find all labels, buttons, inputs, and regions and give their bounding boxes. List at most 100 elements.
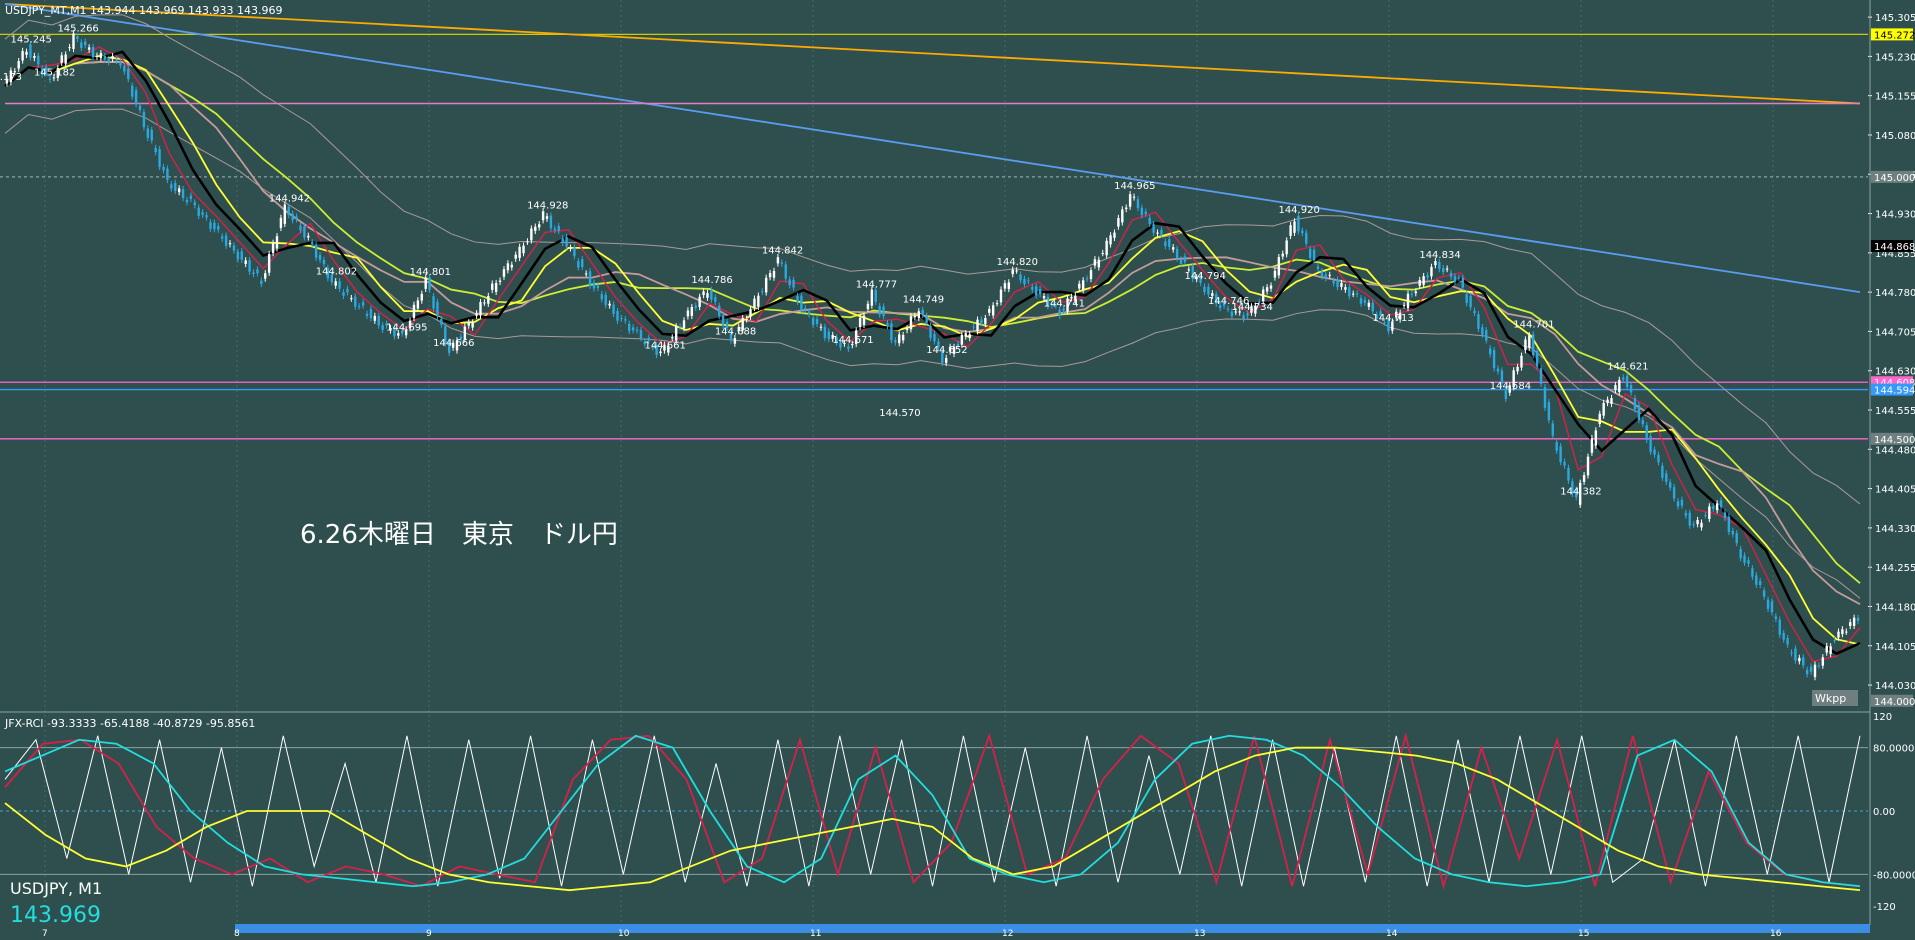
candle-body <box>1308 248 1312 258</box>
candle-body <box>866 303 870 310</box>
candle-body <box>702 291 705 296</box>
candle-body <box>1316 266 1320 269</box>
candle-body <box>815 319 819 324</box>
candle-body <box>303 226 306 238</box>
candle-body <box>498 280 502 282</box>
candle-body <box>307 235 310 238</box>
candle-body <box>1692 524 1695 526</box>
candle-body <box>620 318 623 320</box>
candle-body <box>220 236 224 239</box>
candle-body <box>862 315 866 325</box>
candle-body <box>1445 268 1449 270</box>
candle-body <box>718 305 721 317</box>
candle-body <box>244 260 247 264</box>
candle-body <box>1731 530 1735 535</box>
candle-body <box>534 226 537 231</box>
price-annotation: 144.661 <box>644 340 685 351</box>
candle-body <box>213 222 216 230</box>
candle-body <box>1829 646 1832 655</box>
candle-body <box>1367 302 1371 307</box>
candle-body <box>909 316 913 330</box>
candle-body <box>154 147 157 153</box>
candle-body <box>964 333 967 337</box>
candle-body <box>1226 308 1230 310</box>
candle-body <box>1622 377 1625 380</box>
candle-body <box>1093 259 1097 266</box>
candle-body <box>1136 199 1140 209</box>
candle-body <box>561 238 564 243</box>
price-annotation: 144.794 <box>1185 271 1226 282</box>
candle-body <box>745 318 748 320</box>
candle-body <box>714 297 717 302</box>
candle-body <box>518 246 521 258</box>
candle-body <box>264 273 267 279</box>
time-label: 14 <box>1386 929 1398 939</box>
candle-body <box>858 317 862 327</box>
candle-body <box>944 357 948 363</box>
candle-body <box>107 58 110 63</box>
candle-body <box>37 55 40 65</box>
candle-body <box>1715 503 1719 511</box>
candle-body <box>972 326 975 328</box>
candle-body <box>1344 287 1347 290</box>
candle-body <box>984 317 987 325</box>
candle-body <box>1798 657 1801 662</box>
candle-body <box>1477 314 1480 329</box>
candle-body <box>549 215 553 229</box>
candle-body <box>1179 259 1183 264</box>
candle-body <box>1606 399 1609 404</box>
price-marker-label: 144.000 <box>1874 697 1915 708</box>
candle-body <box>1121 209 1124 223</box>
price-annotation: 144.786 <box>691 275 732 286</box>
candle-body <box>279 217 283 228</box>
candle-body <box>291 213 294 221</box>
price-marker-label: 144.500 <box>1874 435 1915 446</box>
rci-level-label: 120 <box>1873 712 1892 723</box>
price-annotation: 144.741 <box>1044 299 1085 310</box>
candle-body <box>925 315 928 323</box>
candle-body <box>1406 293 1410 309</box>
price-tick-label: 144.480 <box>1875 445 1915 456</box>
candle-body <box>479 301 482 316</box>
candle-body <box>827 331 830 340</box>
candle-body <box>1175 248 1179 259</box>
time-scroll-bar[interactable] <box>235 924 1870 933</box>
candle-body <box>1739 549 1742 559</box>
price-annotation: 144.621 <box>1607 361 1648 372</box>
candle-body <box>420 293 423 301</box>
price-marker-label: 144.594 <box>1874 386 1915 397</box>
candle-body <box>1719 500 1723 508</box>
candle-body <box>1528 335 1531 348</box>
candle-body <box>1035 286 1038 296</box>
candle-body <box>256 269 259 274</box>
candle-body <box>189 195 193 200</box>
candle-body <box>1101 253 1104 255</box>
candle-body <box>224 235 228 246</box>
candle-body <box>1027 280 1030 282</box>
candle-body <box>1285 240 1288 255</box>
candle-body <box>162 166 165 171</box>
candle-body <box>1845 631 1848 633</box>
price-annotation: 144.920 <box>1278 205 1319 216</box>
candle-body <box>260 280 263 285</box>
price-annotation: 144.842 <box>762 246 803 257</box>
price-annotation: 45.173 <box>0 72 22 83</box>
price-annotation: 144.671 <box>832 335 873 346</box>
candle-body <box>48 78 52 80</box>
candle-body <box>1058 309 1061 316</box>
candle-body <box>1488 348 1492 355</box>
candle-body <box>1269 285 1273 289</box>
price-tick-label: 144.405 <box>1875 485 1915 496</box>
candle-body <box>1747 560 1750 564</box>
candle-body <box>780 262 784 264</box>
candle-body <box>432 296 435 309</box>
candle-body <box>674 326 678 341</box>
price-annotation: 144.749 <box>903 294 944 305</box>
candle-body <box>616 311 619 321</box>
candle-body <box>1352 293 1355 295</box>
candle-body <box>526 241 529 243</box>
rci-level-label: -120 <box>1873 902 1896 913</box>
candle-body <box>733 338 737 344</box>
candle-body <box>913 315 917 318</box>
chart-annotation: 6.26木曜日 東京 ドル円 <box>300 520 618 550</box>
